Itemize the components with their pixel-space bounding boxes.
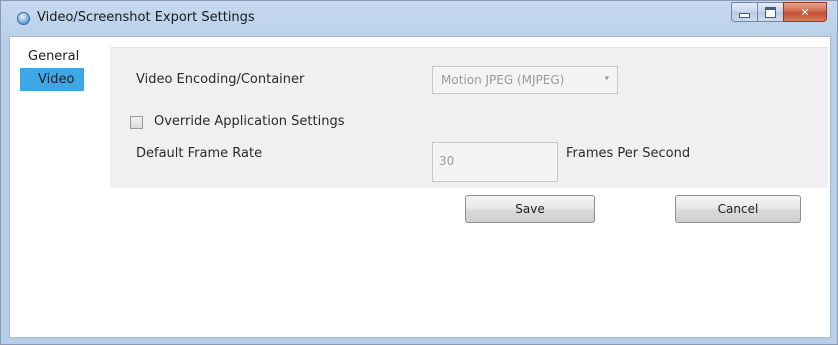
save-button[interactable]: Save bbox=[465, 195, 595, 223]
encoding-dropdown[interactable]: Motion JPEG (MJPEG) ▾ bbox=[432, 66, 618, 94]
title-bar[interactable]: Video/Screenshot Export Settings ✕ bbox=[1, 1, 837, 35]
dialog-window: Video/Screenshot Export Settings ✕ Gener… bbox=[0, 0, 838, 345]
window-title: Video/Screenshot Export Settings bbox=[37, 10, 255, 25]
close-icon: ✕ bbox=[800, 5, 810, 19]
maximize-icon bbox=[765, 6, 776, 18]
app-icon bbox=[17, 12, 30, 25]
settings-nav: General Video bbox=[20, 45, 110, 91]
encoding-label: Video Encoding/Container bbox=[136, 72, 305, 87]
chevron-down-icon: ▾ bbox=[604, 74, 609, 84]
nav-item-video[interactable]: Video bbox=[20, 68, 84, 91]
frame-rate-unit: Frames Per Second bbox=[566, 146, 691, 161]
frame-rate-input[interactable]: 30 bbox=[432, 142, 558, 182]
close-button[interactable]: ✕ bbox=[783, 2, 827, 22]
minimize-icon bbox=[739, 12, 750, 18]
maximize-button[interactable] bbox=[757, 2, 783, 22]
cancel-button[interactable]: Cancel bbox=[675, 195, 801, 223]
caption-buttons: ✕ bbox=[731, 2, 827, 22]
dialog-content: General Video Video Encoding/Container M… bbox=[9, 36, 831, 338]
frame-rate-label: Default Frame Rate bbox=[136, 146, 263, 161]
nav-item-general[interactable]: General bbox=[20, 45, 82, 68]
override-label[interactable]: Override Application Settings bbox=[154, 114, 344, 129]
video-settings-panel: Video Encoding/Container Motion JPEG (MJ… bbox=[110, 47, 828, 188]
encoding-value: Motion JPEG (MJPEG) bbox=[441, 73, 565, 87]
override-checkbox[interactable] bbox=[130, 116, 143, 129]
minimize-button[interactable] bbox=[731, 2, 757, 22]
